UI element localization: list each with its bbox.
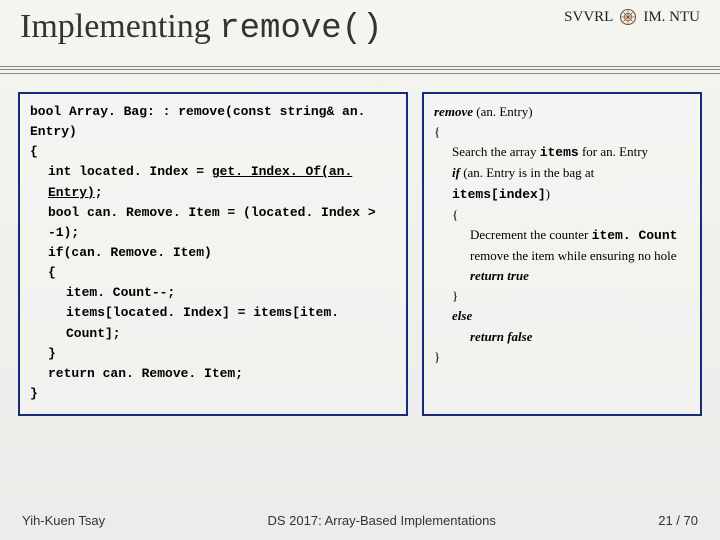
footer-course: DS 2017: Array-Based Implementations: [268, 513, 496, 528]
slide-body: bool Array. Bag: : remove(const string& …: [0, 70, 720, 416]
pseudo-line: else: [434, 306, 690, 326]
title-code: remove(): [219, 10, 382, 48]
pseudo-line: return false: [434, 327, 690, 347]
title-text: Implementing: [20, 8, 219, 45]
slide-header: SVVRL IM. NTU Implementing remove(): [0, 0, 720, 70]
pseudo-line: return true: [434, 266, 690, 286]
footer-page: 21 / 70: [658, 513, 698, 528]
code-line: bool can. Remove. Item = (located. Index…: [30, 203, 396, 243]
code-box: bool Array. Bag: : remove(const string& …: [18, 92, 408, 416]
code-line: bool Array. Bag: : remove(const string& …: [30, 104, 365, 139]
pseudo-line: Decrement the counter item. Count: [434, 225, 690, 246]
ntu-crest-icon: [619, 8, 637, 26]
code-line: {: [30, 263, 396, 283]
pseudo-line: }: [434, 286, 690, 306]
code-line: {: [30, 144, 38, 159]
footer-author: Yih-Kuen Tsay: [22, 513, 105, 528]
code-line: if(can. Remove. Item): [30, 243, 396, 263]
pseudo-line: {: [434, 205, 690, 225]
pseudo-line: }: [434, 349, 440, 364]
code-line: return can. Remove. Item;: [30, 364, 396, 384]
code-line: }: [30, 386, 38, 401]
org-right: IM. NTU: [643, 9, 700, 26]
code-line: item. Count--;: [30, 283, 396, 303]
header-right: SVVRL IM. NTU: [564, 8, 700, 26]
pseudo-line: remove the item while ensuring no hole: [434, 246, 690, 266]
pseudo-box: remove (an. Entry) { Search the array it…: [422, 92, 702, 416]
slide-footer: Yih-Kuen Tsay DS 2017: Array-Based Imple…: [0, 513, 720, 528]
pseudo-line: {: [434, 124, 440, 139]
pseudo-line: remove (an. Entry): [434, 104, 533, 119]
code-line: }: [30, 344, 396, 364]
code-line: int located. Index = get. Index. Of(an. …: [30, 162, 396, 202]
code-line: items[located. Index] = items[item. Coun…: [30, 303, 396, 343]
pseudo-line: if (an. Entry is in the bag at items[ind…: [434, 163, 690, 204]
pseudo-line: Search the array items for an. Entry: [434, 142, 690, 163]
org-left: SVVRL: [564, 9, 613, 26]
